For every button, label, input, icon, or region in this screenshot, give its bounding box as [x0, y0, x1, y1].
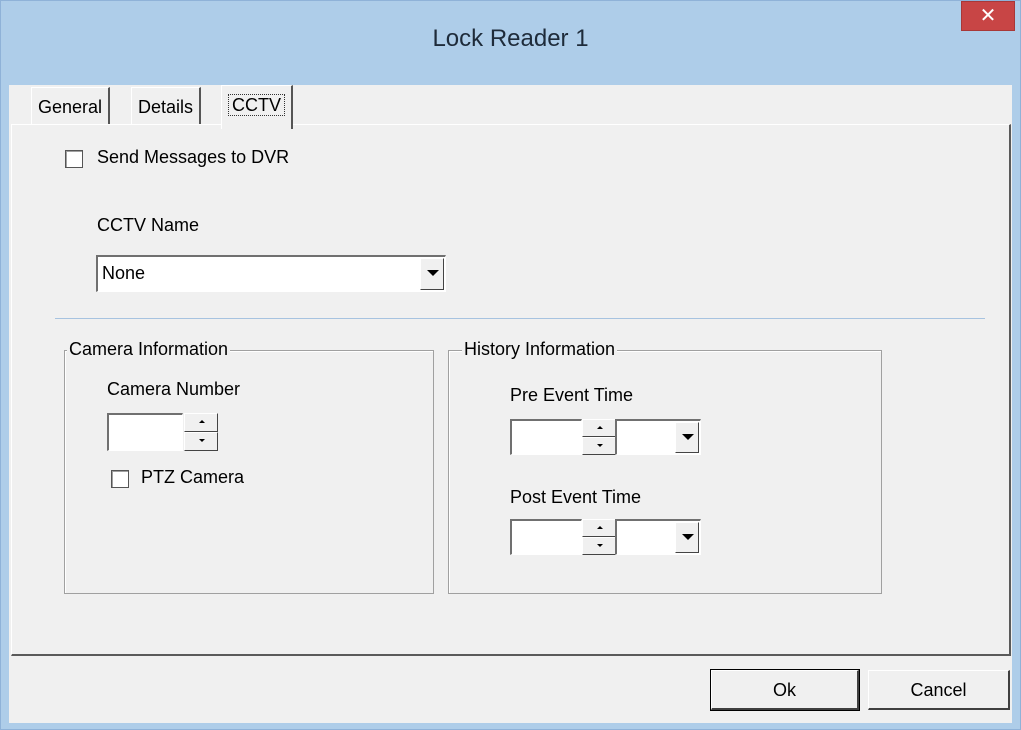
cctv-name-label: CCTV Name — [97, 215, 200, 235]
spin-up-icon[interactable] — [582, 519, 616, 537]
spin-up-icon[interactable] — [184, 413, 218, 432]
post-event-time-input[interactable] — [510, 519, 582, 555]
ok-button[interactable]: Ok — [710, 669, 860, 711]
send-messages-label: Send Messages to DVR — [97, 147, 290, 167]
dropdown-arrow-icon[interactable] — [675, 422, 699, 453]
spin-down-icon[interactable] — [184, 432, 218, 451]
camera-number-label: Camera Number — [107, 379, 241, 399]
cancel-button-label: Cancel — [910, 680, 967, 700]
pre-event-time-input[interactable] — [510, 419, 582, 455]
pre-event-time-label: Pre Event Time — [510, 385, 634, 405]
spin-down-icon[interactable] — [582, 437, 616, 455]
camera-number-input[interactable] — [107, 413, 183, 451]
cctv-name-value: None — [102, 263, 146, 283]
tab-general[interactable]: General — [31, 87, 111, 125]
dropdown-arrow-icon[interactable] — [675, 522, 699, 553]
spin-down-icon[interactable] — [582, 537, 616, 555]
ptz-camera-checkbox[interactable] — [111, 470, 129, 488]
tab-details-label: Details — [138, 97, 194, 117]
tab-cctv[interactable]: CCTV — [221, 85, 293, 129]
ptz-camera-label: PTZ Camera — [141, 467, 245, 487]
section-divider — [55, 318, 985, 319]
close-icon: ✕ — [979, 5, 997, 27]
tab-cctv-label: CCTV — [228, 94, 285, 116]
post-event-time-spinner[interactable] — [582, 519, 616, 555]
spin-up-icon[interactable] — [582, 419, 616, 437]
send-messages-checkbox[interactable] — [65, 150, 83, 168]
dropdown-arrow-icon[interactable] — [420, 258, 444, 290]
tab-details[interactable]: Details — [131, 87, 202, 125]
tab-general-label: General — [38, 97, 103, 117]
post-event-unit-dropdown[interactable] — [615, 519, 701, 555]
post-event-time-label: Post Event Time — [510, 487, 642, 507]
pre-event-unit-dropdown[interactable] — [615, 419, 701, 455]
window-title: Lock Reader 1 — [432, 25, 589, 52]
dialog-window: Lock Reader 1 ✕ General Details CCTV Sen… — [0, 0, 1021, 730]
cctv-name-dropdown[interactable]: None — [96, 255, 446, 292]
pre-event-time-spinner[interactable] — [582, 419, 616, 455]
camera-information-title: Camera Information — [67, 339, 231, 360]
history-information-title: History Information — [462, 339, 618, 360]
camera-number-spinner[interactable] — [184, 413, 218, 451]
title-bar[interactable]: Lock Reader 1 ✕ — [1, 1, 1020, 85]
close-button[interactable]: ✕ — [961, 1, 1015, 31]
ok-button-label: Ok — [772, 680, 796, 700]
cancel-button[interactable]: Cancel — [868, 670, 1010, 710]
